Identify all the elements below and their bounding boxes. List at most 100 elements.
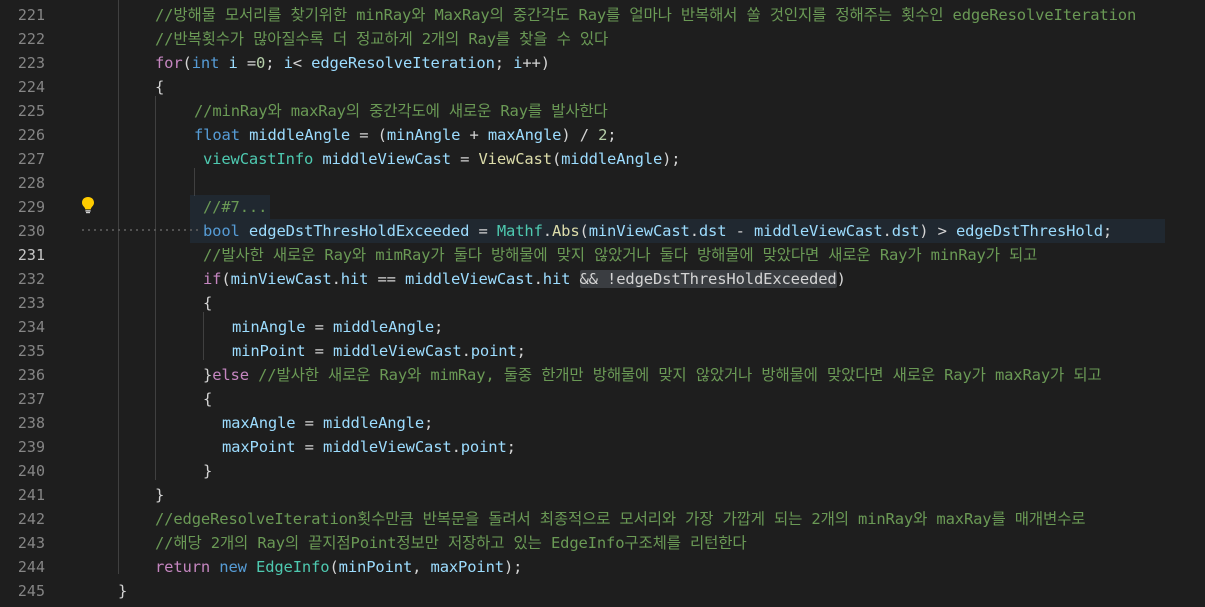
code-token: viewCastInfo bbox=[203, 150, 314, 168]
code-token: middleViewCast bbox=[405, 270, 534, 288]
line-code: minPoint = middleViewCast.point; bbox=[232, 339, 526, 363]
line-number: 244 bbox=[17, 558, 45, 576]
code-token: else bbox=[212, 366, 249, 384]
code-line[interactable]: 223 for(int i =0; i< edgeResolveIteration… bbox=[0, 51, 1205, 75]
code-token: - bbox=[726, 222, 754, 240]
code-token: for bbox=[155, 54, 183, 72]
line-code: //edgeResolveIteration횟수만큼 반복문을 돌려서 최종적으… bbox=[155, 507, 1085, 531]
code-line[interactable]: 239 maxPoint = middleViewCast.point; bbox=[0, 435, 1205, 459]
code-line[interactable]: 226 float middleAngle = (minAngle + maxAn… bbox=[0, 123, 1205, 147]
code-token: //발사한 새로운 Ray와 mimRay, 둘중 한개만 방해물에 맞지 않았… bbox=[258, 366, 1102, 384]
code-token: } bbox=[203, 366, 213, 384]
code-line[interactable]: 244 return new EdgeInfo(minPoint, maxPoin… bbox=[0, 555, 1205, 579]
code-line[interactable]: 238 maxAngle = middleAngle; bbox=[0, 411, 1205, 435]
code-line[interactable]: 229 //#7... bbox=[0, 195, 1205, 219]
code-token: = bbox=[295, 438, 324, 456]
code-token: = bbox=[237, 54, 257, 72]
code-token: new bbox=[219, 558, 247, 576]
code-token: . bbox=[882, 222, 892, 240]
code-token: ; bbox=[1102, 222, 1113, 240]
line-code: minAngle = middleAngle; bbox=[232, 315, 443, 339]
code-token: ( bbox=[182, 54, 192, 72]
line-number: 222 bbox=[17, 30, 45, 48]
code-token: i bbox=[283, 54, 293, 72]
code-token: ); bbox=[503, 558, 523, 576]
line-number: 239 bbox=[17, 438, 45, 456]
code-token: ; bbox=[607, 126, 617, 144]
code-token: middleViewCast bbox=[333, 342, 462, 360]
line-code: } bbox=[155, 483, 164, 507]
code-token: //반복횟수가 많아질수록 더 정교하게 2개의 Ray를 찾을 수 있다 bbox=[155, 30, 609, 48]
code-token: maxAngle bbox=[487, 126, 562, 144]
code-token: . bbox=[689, 222, 699, 240]
code-token: { bbox=[203, 390, 213, 408]
code-token: point bbox=[460, 438, 507, 456]
code-line[interactable]: 231 //발사한 새로운 Ray와 mimRay가 둘다 방해물에 맞지 않았거… bbox=[0, 243, 1205, 267]
code-token: hit bbox=[340, 270, 369, 288]
line-number: 223 bbox=[17, 54, 45, 72]
code-line[interactable]: 225 //minRay와 maxRay의 중간각도에 새로운 Ray를 발사한다 bbox=[0, 99, 1205, 123]
line-number: 242 bbox=[17, 510, 45, 528]
code-token: middleViewCast bbox=[322, 150, 451, 168]
line-number: 224 bbox=[17, 78, 45, 96]
code-token: minAngle bbox=[232, 318, 306, 336]
line-code: maxPoint = middleViewCast.point; bbox=[222, 435, 516, 459]
code-line[interactable]: 242 //edgeResolveIteration횟수만큼 반복문을 돌려서 최… bbox=[0, 507, 1205, 531]
line-number: 230 bbox=[17, 222, 45, 240]
code-token: //minRay와 maxRay의 중간각도에 새로운 Ray를 발사한다 bbox=[194, 102, 608, 120]
line-number: 243 bbox=[17, 534, 45, 552]
code-token: return bbox=[155, 558, 211, 576]
code-token: edgeDstThresHoldExceeded bbox=[248, 222, 470, 240]
code-token: . bbox=[331, 270, 341, 288]
code-line[interactable]: 243 //해당 2개의 Ray의 끝지점Point정보만 저장하고 있는 Edg… bbox=[0, 531, 1205, 555]
code-line[interactable]: 221 //방해물 모서리를 찾기위한 minRay와 MaxRay의 중간각도 … bbox=[0, 3, 1205, 27]
code-line[interactable]: 233 { bbox=[0, 291, 1205, 315]
code-line[interactable]: 245} bbox=[0, 579, 1205, 603]
code-token: middleAngle bbox=[333, 318, 435, 336]
code-token: edgeResolveIteration bbox=[311, 54, 495, 72]
code-token: middleAngle bbox=[323, 414, 425, 432]
code-token: ); bbox=[662, 150, 681, 168]
line-number: 234 bbox=[17, 318, 45, 336]
line-number: 245 bbox=[17, 582, 45, 600]
code-token: ( bbox=[579, 222, 589, 240]
code-line[interactable]: 235 minPoint = middleViewCast.point; bbox=[0, 339, 1205, 363]
line-code: float middleAngle = (minAngle + maxAngle… bbox=[194, 123, 617, 147]
code-token: . bbox=[461, 342, 471, 360]
code-token: = bbox=[305, 318, 334, 336]
code-token: { bbox=[203, 294, 213, 312]
code-line[interactable]: 230 bool edgeDstThresHoldExceeded = Mathf… bbox=[0, 219, 1205, 243]
code-line[interactable]: 222 //반복횟수가 많아질수록 더 정교하게 2개의 Ray를 찾을 수 있다 bbox=[0, 27, 1205, 51]
code-line[interactable]: 228 bbox=[0, 171, 1205, 195]
code-line[interactable]: 241} bbox=[0, 483, 1205, 507]
line-code: //반복횟수가 많아질수록 더 정교하게 2개의 Ray를 찾을 수 있다 bbox=[155, 27, 608, 51]
code-editor[interactable]: 221 //방해물 모서리를 찾기위한 minRay와 MaxRay의 중간각도 … bbox=[0, 0, 1205, 607]
code-line[interactable]: 246 bbox=[0, 603, 1205, 607]
line-number: 241 bbox=[17, 486, 45, 504]
code-token: i bbox=[513, 54, 523, 72]
line-number: 240 bbox=[17, 462, 45, 480]
code-token: . bbox=[542, 222, 552, 240]
code-token: maxPoint bbox=[430, 558, 505, 576]
line-number: 236 bbox=[17, 366, 45, 384]
line-code: //발사한 새로운 Ray와 mimRay가 둘다 방해물에 맞지 않았거나 둘… bbox=[203, 243, 1037, 267]
code-token: { bbox=[155, 78, 165, 96]
code-token: dst bbox=[891, 222, 920, 240]
line-number: 228 bbox=[17, 174, 45, 192]
line-number: 233 bbox=[17, 294, 45, 312]
line-number: 229 bbox=[17, 198, 45, 216]
code-token: point bbox=[470, 342, 517, 360]
lightbulb-icon[interactable] bbox=[80, 196, 96, 214]
code-line[interactable]: 236}else //발사한 새로운 Ray와 mimRay, 둘중 한개만 방… bbox=[0, 363, 1205, 387]
code-line[interactable]: 224 { bbox=[0, 75, 1205, 99]
code-line[interactable]: 234 minAngle = middleAngle; bbox=[0, 315, 1205, 339]
code-line[interactable]: 227 viewCastInfo middleViewCast = ViewCas… bbox=[0, 147, 1205, 171]
code-line[interactable]: 240} bbox=[0, 459, 1205, 483]
code-token: middleViewCast bbox=[753, 222, 883, 240]
code-line[interactable]: 232 if(minViewCast.hit == middleViewCast.… bbox=[0, 267, 1205, 291]
code-line[interactable]: 237 { bbox=[0, 387, 1205, 411]
line-number: 221 bbox=[17, 6, 45, 24]
line-code: maxAngle = middleAngle; bbox=[222, 411, 433, 435]
code-token: . bbox=[451, 438, 461, 456]
